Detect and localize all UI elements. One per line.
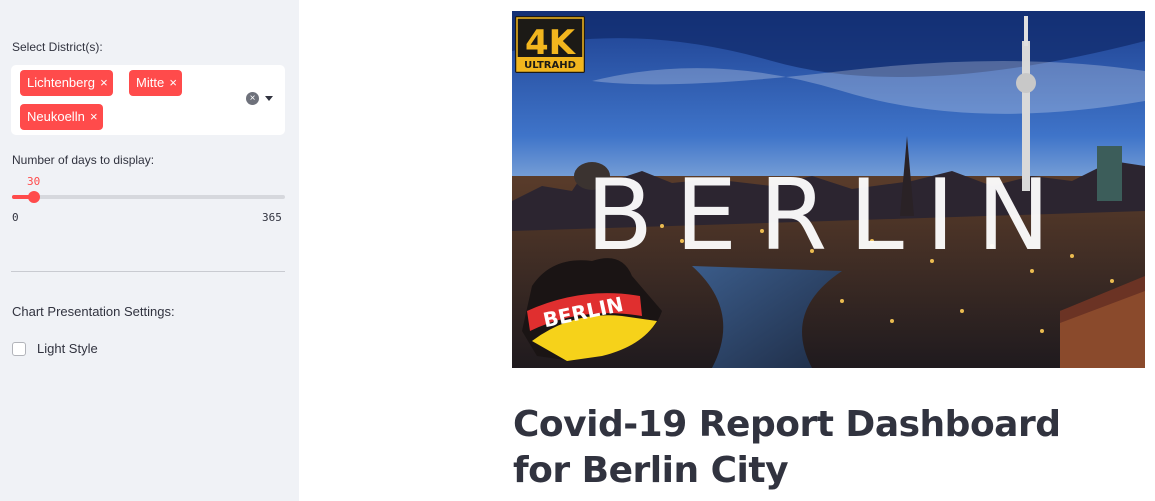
district-multiselect[interactable]: Lichtenberg × Mitte × Neukoelln × × <box>11 65 285 135</box>
chart-settings-label: Chart Presentation Settings: <box>12 304 175 319</box>
remove-tag-icon[interactable]: × <box>85 104 103 130</box>
days-slider-value: 30 <box>27 175 41 188</box>
district-tag-label: Lichtenberg <box>27 75 95 90</box>
district-tag-lichtenberg: Lichtenberg × <box>20 70 113 96</box>
hero-city-word: BERLIN <box>586 159 1072 273</box>
days-slider-track[interactable] <box>12 191 285 203</box>
days-slider-min: 0 <box>12 211 19 224</box>
days-slider-thumb[interactable] <box>28 191 40 203</box>
district-tag-label: Neukoelln <box>27 109 85 124</box>
badge-ultrahd: ULTRAHD <box>524 60 576 71</box>
sidebar-divider <box>11 271 285 272</box>
light-style-label[interactable]: Light Style <box>37 341 98 356</box>
page-title: Covid-19 Report Dashboard for Berlin Cit… <box>513 404 1061 491</box>
sidebar: Select District(s): Lichtenberg × Mitte × … <box>0 0 299 501</box>
district-tag-label: Mitte <box>136 75 165 90</box>
remove-tag-icon[interactable]: × <box>95 70 113 96</box>
days-slider-max: 365 <box>262 211 282 224</box>
berlin-hero-image: BERLIN BERLIN 4K ULTRAHD <box>512 11 1145 368</box>
chevron-down-icon[interactable] <box>265 96 273 101</box>
days-slider-label: Number of days to display: <box>12 153 155 167</box>
remove-tag-icon[interactable]: × <box>164 70 182 96</box>
light-style-checkbox[interactable] <box>12 342 26 356</box>
district-tag-neukoelln: Neukoelln × <box>20 104 103 130</box>
clear-all-icon[interactable]: × <box>246 92 259 105</box>
district-select-label: Select District(s): <box>12 40 103 54</box>
district-tag-mitte: Mitte × <box>129 70 183 96</box>
